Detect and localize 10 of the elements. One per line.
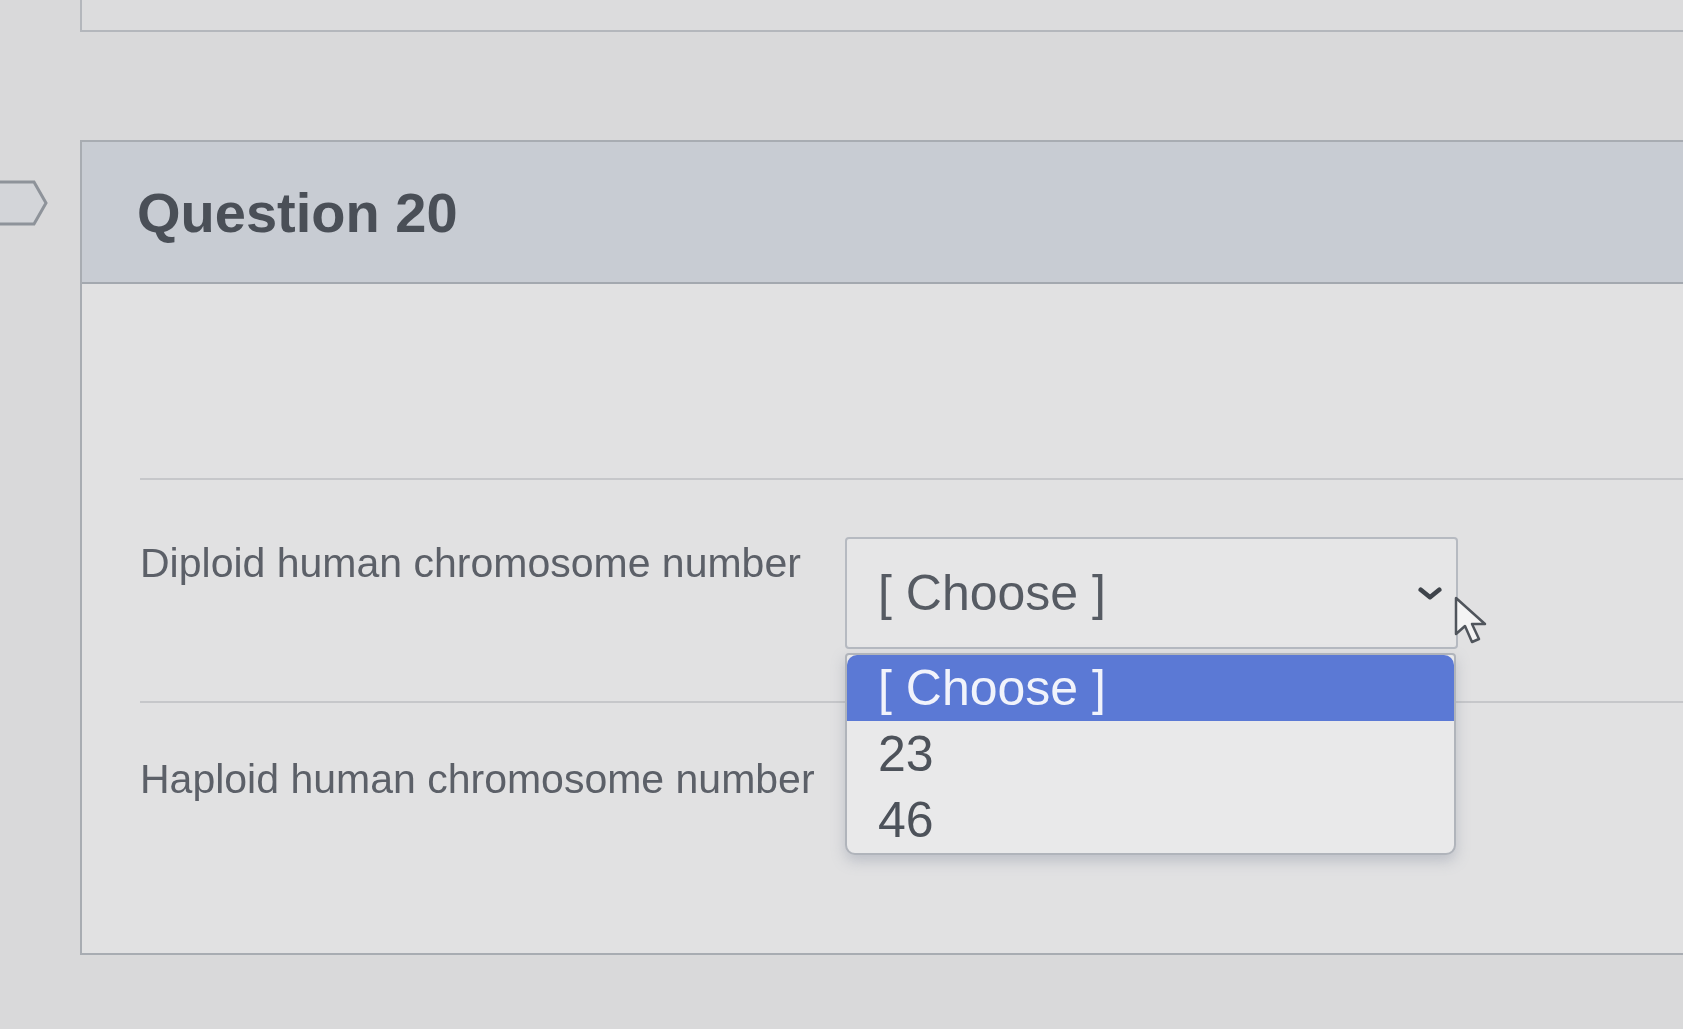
chevron-down-icon xyxy=(1418,586,1442,600)
dropdown-option[interactable]: 46 xyxy=(847,787,1454,853)
dropdown-option[interactable]: [ Choose ] xyxy=(847,655,1454,721)
cursor-icon xyxy=(1454,596,1488,644)
answer-select[interactable]: [ Choose ] xyxy=(845,537,1458,649)
answer-label: Haploid human chromosome number xyxy=(140,755,816,804)
dropdown-option[interactable]: 23 xyxy=(847,721,1454,787)
question-title: Question 20 xyxy=(137,179,458,245)
answer-label: Diploid human chromosome number xyxy=(140,539,802,588)
tag-icon[interactable] xyxy=(0,180,48,226)
